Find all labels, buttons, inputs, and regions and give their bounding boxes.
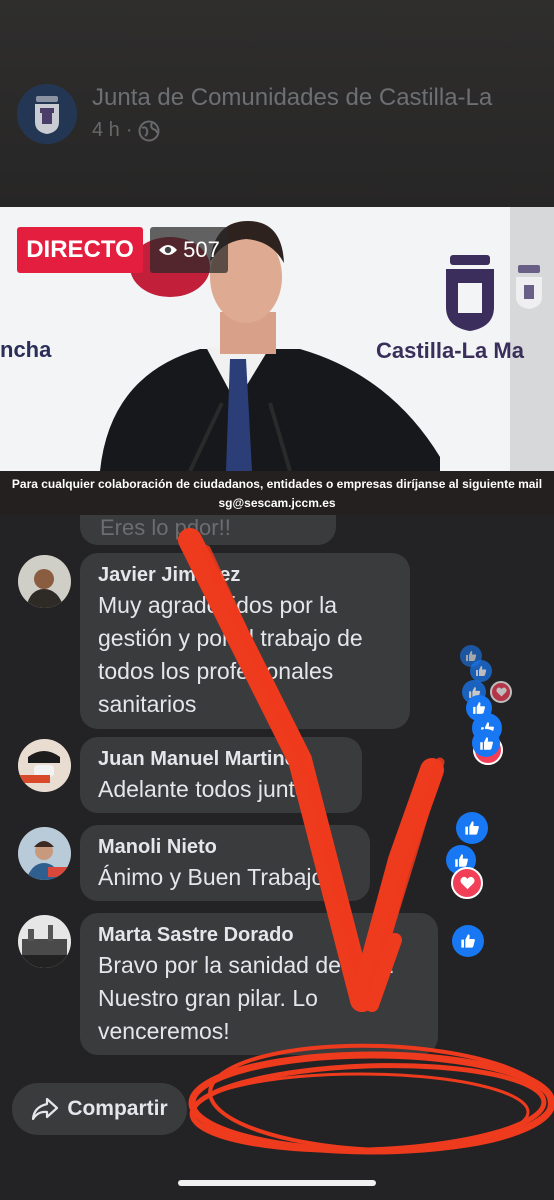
share-button[interactable]: Compartir: [12, 1083, 187, 1135]
comment-text: Adelante todos juntos: [98, 776, 320, 802]
comment-text: Muy agradecidos por la gestión y por el …: [98, 592, 363, 717]
comment-bubble[interactable]: Javier Jiménez Muy agradecidos por la ge…: [80, 553, 410, 729]
commenter-avatar[interactable]: [18, 827, 71, 880]
viewer-count: 507: [183, 237, 220, 262]
previous-comment-text: Eres lo pdor!!: [100, 515, 231, 540]
post-meta: 4 h ·: [92, 119, 160, 142]
commenter-name[interactable]: Juan Manuel Martinez: [98, 745, 344, 773]
live-comments-feed[interactable]: Eres lo pdor!! Javier Jiménez Muy agrade…: [0, 515, 554, 1085]
commenter-avatar[interactable]: [18, 739, 71, 792]
commenter-name[interactable]: Javier Jiménez: [98, 561, 392, 589]
commenter-avatar[interactable]: [18, 915, 71, 968]
post-time: 4 h: [92, 119, 120, 141]
live-badge: DIRECTO: [17, 227, 143, 273]
love-reaction-icon: [490, 681, 512, 703]
meta-separator: ·: [125, 119, 133, 141]
comment-bubble[interactable]: Manoli Nieto Ánimo y Buen Trabajo: [80, 825, 370, 901]
live-video-player[interactable]: ncha Castilla-La Ma DIRECTO 507 Para cua…: [0, 207, 554, 515]
home-indicator[interactable]: [178, 1180, 376, 1186]
comment-text: Ánimo y Buen Trabajo: [98, 864, 325, 890]
avatar-photo: [18, 827, 71, 880]
globe-icon: [138, 120, 160, 141]
backdrop-text-right: Castilla-La Ma: [376, 338, 524, 363]
avatar-photo: [18, 555, 71, 608]
page-avatar[interactable]: [17, 84, 77, 144]
avatar-photo: [18, 915, 71, 968]
backdrop-text-left: ncha: [0, 337, 52, 362]
commenter-name[interactable]: Manoli Nieto: [98, 833, 352, 861]
like-reaction-icon: [456, 812, 488, 844]
share-label: Compartir: [67, 1097, 168, 1120]
page-name[interactable]: Junta de Comunidades de Castilla-La: [92, 84, 492, 112]
video-ticker: Para cualquier colaboración de ciudadano…: [0, 471, 554, 515]
like-reaction-icon: [452, 925, 484, 957]
commenter-name[interactable]: Marta Sastre Dorado: [98, 921, 420, 949]
ticker-email: sg@sescam.jccm.es: [218, 496, 336, 510]
love-reaction-icon: [451, 867, 483, 899]
viewer-count-badge: 507: [150, 227, 228, 273]
commenter-avatar[interactable]: [18, 555, 71, 608]
like-reaction-icon: [472, 729, 500, 757]
comment-bubble[interactable]: Marta Sastre Dorado Bravo por la sanidad…: [80, 913, 438, 1055]
like-reaction-icon: [470, 660, 492, 682]
castilla-la-mancha-crest-icon: [17, 84, 77, 144]
ticker-line-1: Para cualquier colaboración de ciudadano…: [11, 477, 543, 491]
comment-bubble[interactable]: Juan Manuel Martinez Adelante todos junt…: [80, 737, 362, 813]
avatar-photo: [18, 739, 71, 792]
share-arrow-icon: [32, 1097, 59, 1121]
comment-text: Bravo por la sanidad de Clm! Nuestro gra…: [98, 952, 395, 1044]
eye-icon: [159, 245, 178, 255]
post-header: Junta de Comunidades de Castilla-La 4 h …: [0, 0, 554, 207]
